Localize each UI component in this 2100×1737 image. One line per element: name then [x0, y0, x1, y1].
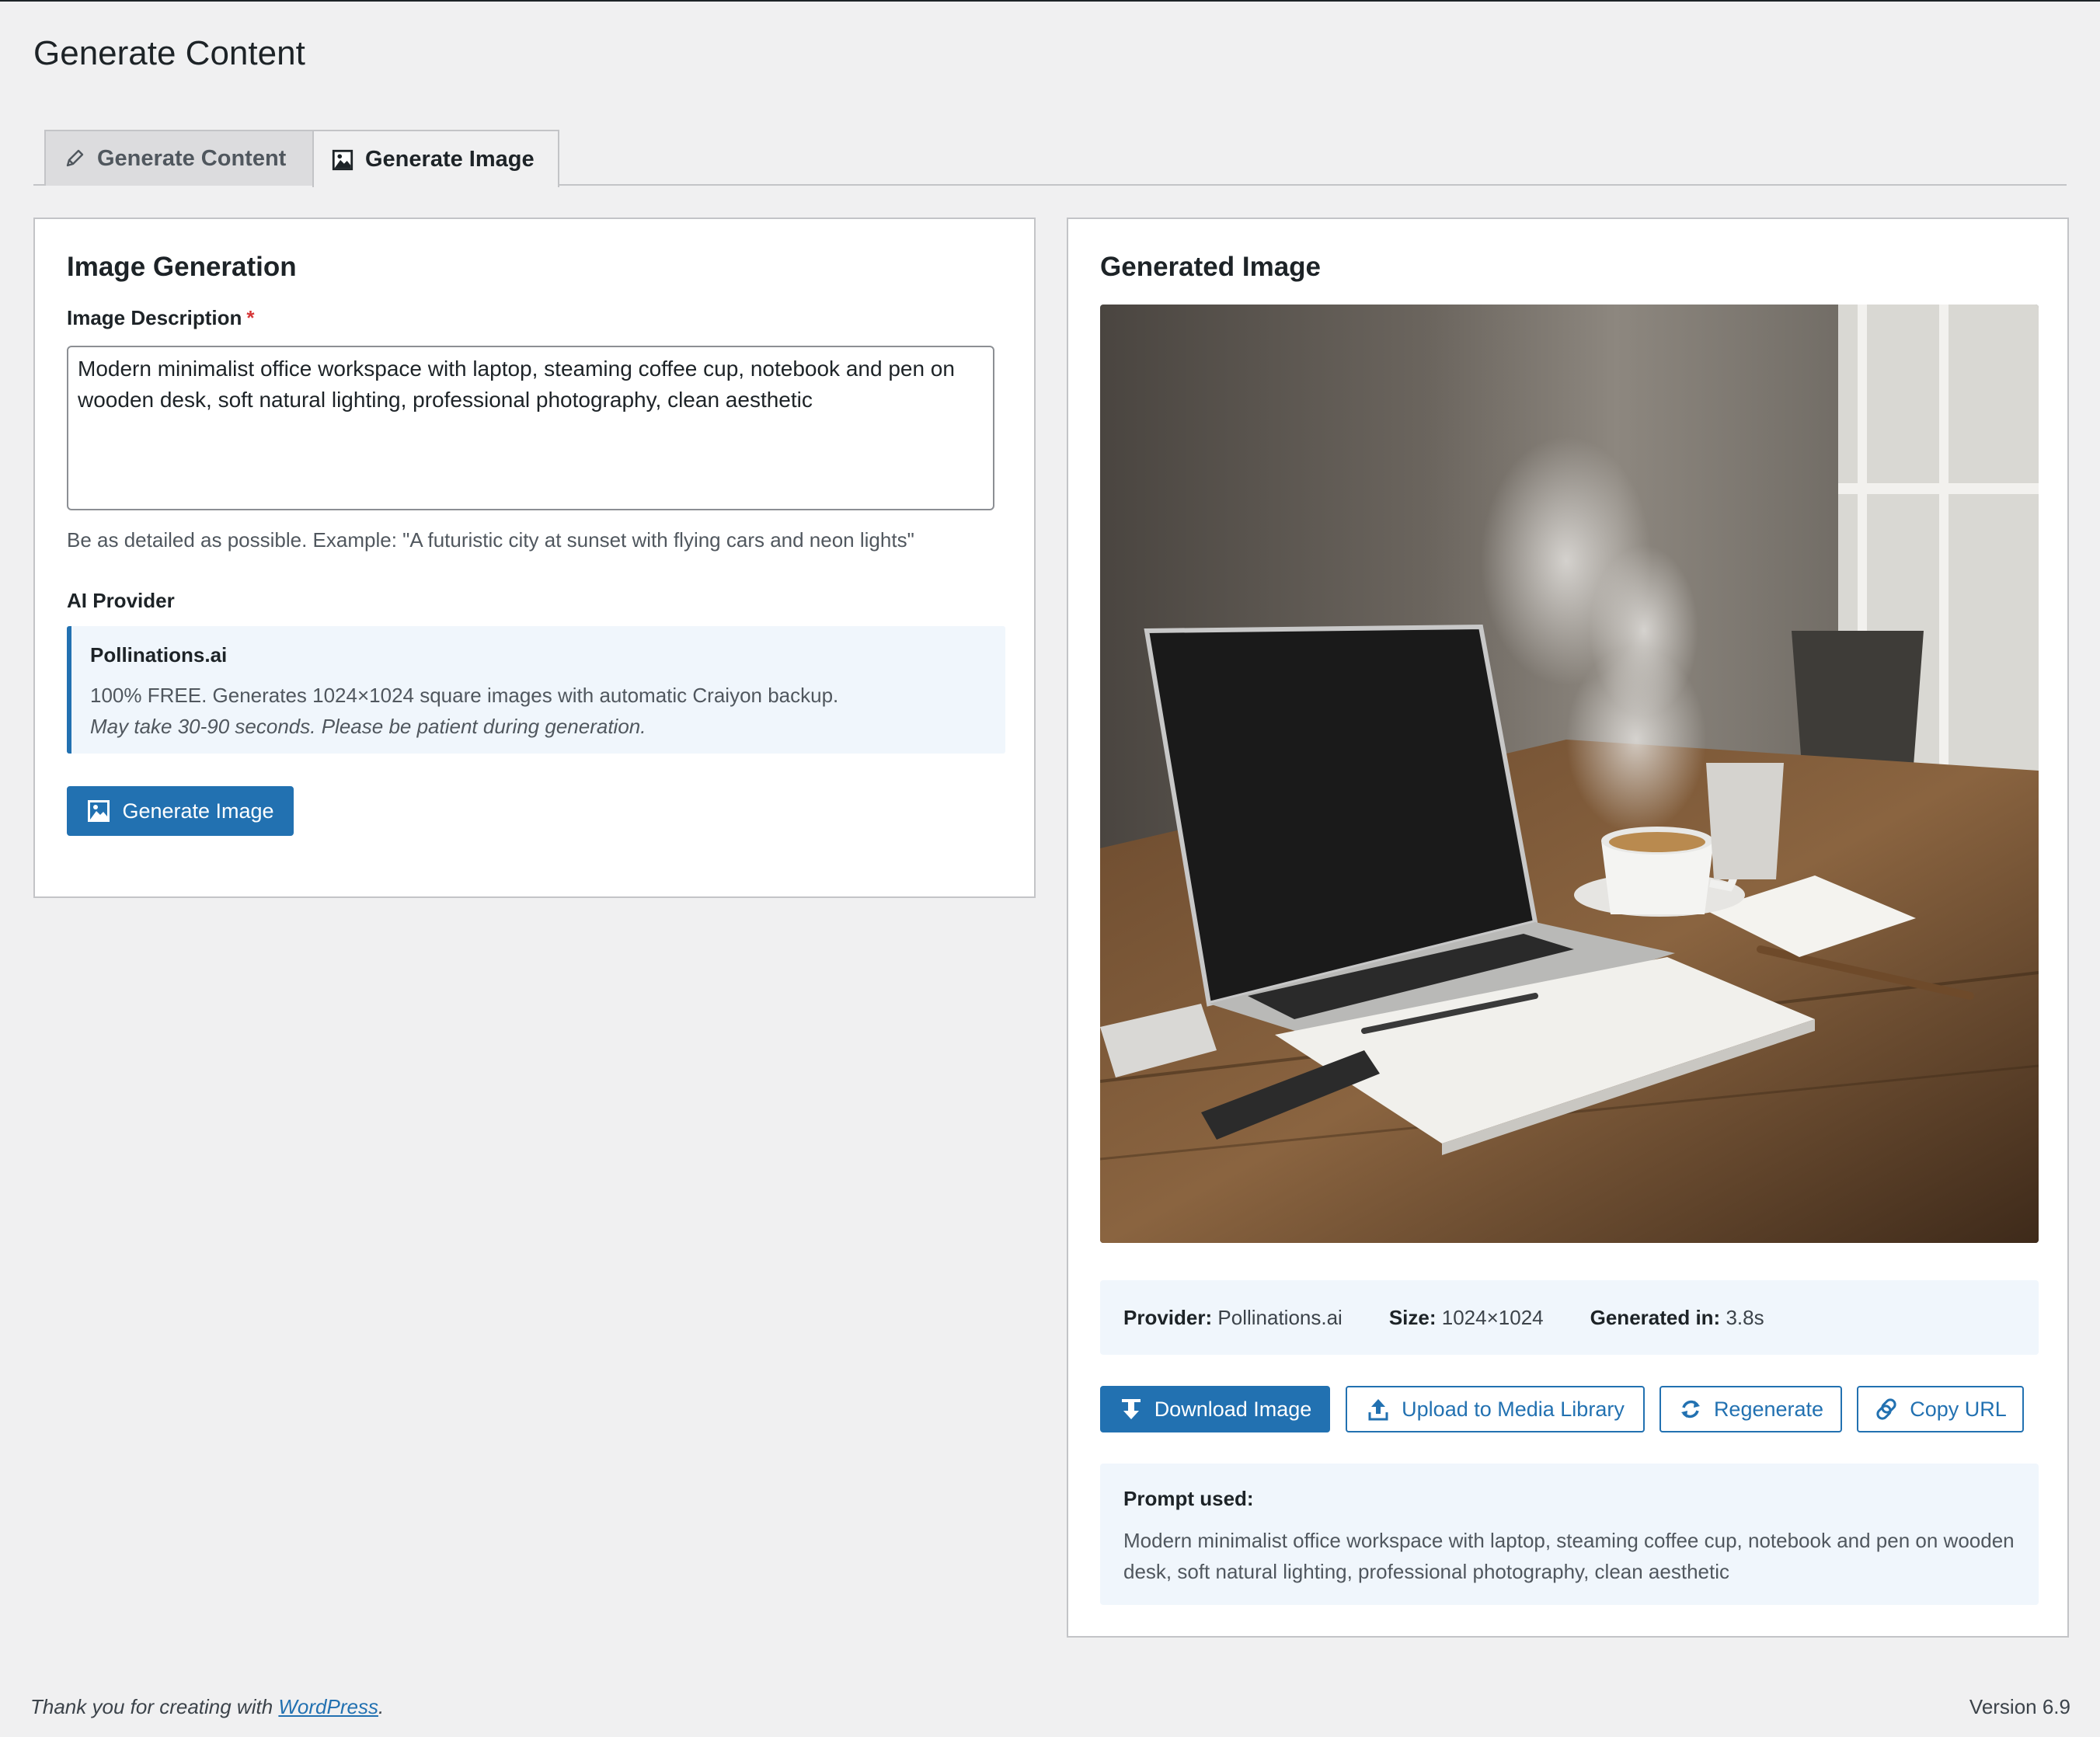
- panel-title: Generated Image: [1100, 252, 1321, 282]
- button-label: Regenerate: [1713, 1397, 1824, 1421]
- meta-size: Size: 1024×1024: [1389, 1306, 1544, 1330]
- generated-image: [1100, 305, 2039, 1243]
- download-image-button[interactable]: Download Image: [1100, 1386, 1330, 1432]
- link-icon: [1874, 1397, 1899, 1422]
- provider-info-box: Pollinations.ai 100% FREE. Generates 102…: [67, 626, 1005, 754]
- image-icon: [331, 148, 354, 171]
- meta-label: Generated in:: [1590, 1305, 1721, 1329]
- help-text: Be as detailed as possible. Example: "A …: [67, 528, 914, 552]
- image-generation-panel: Image Generation Image Description * Mode…: [33, 218, 1036, 898]
- image-icon: [86, 799, 111, 823]
- footer-text-suffix: .: [378, 1695, 385, 1718]
- tab-generate-image[interactable]: Generate Image: [312, 130, 559, 187]
- image-meta-bar: Provider: Pollinations.ai Size: 1024×102…: [1100, 1280, 2039, 1355]
- regenerate-button[interactable]: Regenerate: [1659, 1386, 1842, 1432]
- button-label: Download Image: [1154, 1397, 1312, 1421]
- meta-generation-time: Generated in: 3.8s: [1590, 1306, 1764, 1330]
- tab-label: Generate Image: [365, 146, 535, 172]
- ai-provider-label: AI Provider: [67, 589, 175, 612]
- tab-generate-content[interactable]: Generate Content: [44, 130, 336, 186]
- provider-name: Pollinations.ai: [90, 643, 228, 667]
- generate-image-button[interactable]: Generate Image: [67, 786, 294, 836]
- prompt-text: Modern minimalist office workspace with …: [1123, 1529, 2015, 1583]
- wordpress-link[interactable]: WordPress: [278, 1695, 378, 1718]
- label-text: Image Description: [67, 306, 242, 329]
- tab-bar: Generate Content Generate Image: [33, 130, 2067, 187]
- meta-label: Provider:: [1123, 1305, 1213, 1329]
- upload-icon: [1366, 1397, 1391, 1422]
- prompt-used-box: Prompt used: Modern minimalist office wo…: [1100, 1464, 2039, 1605]
- panel-title: Image Generation: [67, 252, 297, 282]
- provider-note: May take 30-90 seconds. Please be patien…: [90, 715, 646, 738]
- image-description-textarea[interactable]: Modern minimalist office workspace with …: [67, 346, 994, 510]
- button-label: Copy URL: [1910, 1397, 2007, 1421]
- meta-value: Pollinations.ai: [1217, 1305, 1343, 1329]
- meta-label: Size:: [1388, 1305, 1437, 1329]
- generated-image-panel: Generated Image Provider: Pollinations.a…: [1067, 218, 2069, 1638]
- required-mark: *: [246, 306, 255, 329]
- refresh-icon: [1678, 1397, 1703, 1422]
- pencil-icon: [63, 147, 86, 170]
- meta-value: 1024×1024: [1441, 1305, 1544, 1329]
- download-icon: [1119, 1397, 1144, 1422]
- button-label: Upload to Media Library: [1402, 1397, 1625, 1421]
- meta-provider: Provider: Pollinations.ai: [1123, 1306, 1343, 1330]
- footer-thanks: Thank you for creating with WordPress.: [30, 1695, 384, 1719]
- button-label: Generate Image: [122, 799, 274, 823]
- upload-to-media-library-button[interactable]: Upload to Media Library: [1346, 1386, 1645, 1432]
- provider-description: 100% FREE. Generates 1024×1024 square im…: [90, 684, 839, 707]
- meta-value: 3.8s: [1726, 1305, 1764, 1329]
- copy-url-button[interactable]: Copy URL: [1857, 1386, 2024, 1432]
- image-description-label: Image Description *: [67, 306, 255, 330]
- footer-text: Thank you for creating with: [30, 1695, 279, 1718]
- footer-version: Version 6.9: [1969, 1695, 2070, 1718]
- prompt-label: Prompt used:: [1123, 1487, 1254, 1510]
- page-title: Generate Content: [33, 34, 305, 72]
- tab-label: Generate Content: [97, 145, 287, 171]
